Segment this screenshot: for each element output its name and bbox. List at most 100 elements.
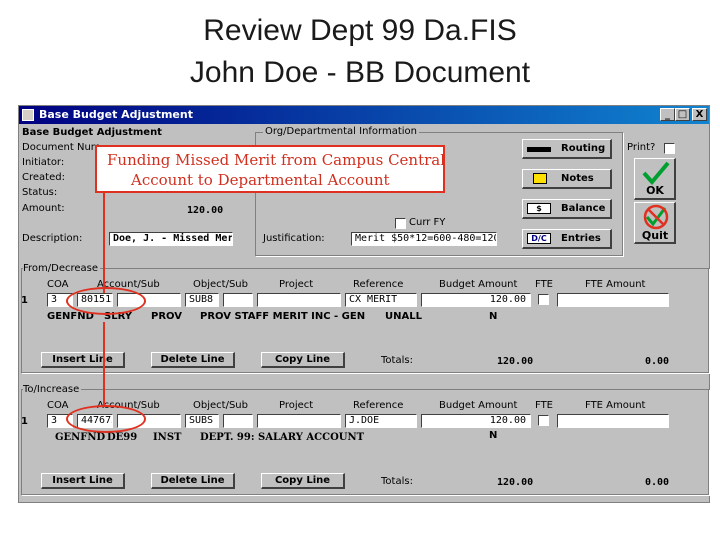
col-budget-amount-2: Budget Amount: [439, 400, 518, 411]
quit-icon: [643, 204, 669, 230]
to-desc-object: INST: [153, 432, 182, 443]
ok-label: OK: [646, 184, 664, 197]
amount-value: 120.00: [187, 205, 224, 216]
window-title: Base Budget Adjustment: [39, 108, 193, 121]
section-label-bba: Base Budget Adjustment: [22, 127, 162, 138]
col-project-2: Project: [279, 400, 314, 411]
from-project-field[interactable]: [257, 293, 341, 307]
from-total-fte: 0.00: [645, 356, 670, 367]
from-reference-field[interactable]: CX MERIT: [345, 293, 417, 307]
col-budget-amount: Budget Amount: [439, 279, 518, 290]
notes-button[interactable]: Notes: [522, 169, 612, 189]
col-project: Project: [279, 279, 314, 290]
to-fte-checkbox[interactable]: [538, 415, 549, 426]
description-label: Description:: [22, 233, 83, 244]
to-total-fte: 0.00: [645, 477, 670, 488]
to-insert-line-button[interactable]: Insert Line: [41, 473, 125, 489]
notes-icon: [533, 173, 547, 184]
slide-title-line1: Review Dept 99 Da.FIS: [203, 14, 517, 47]
curr-fy-label: Curr FY: [409, 217, 446, 228]
col-coa: COA: [47, 279, 69, 290]
to-increase-label: To/Increase: [23, 384, 82, 395]
org-section-label: Org/Departmental Information: [263, 126, 420, 137]
print-checkbox[interactable]: [664, 143, 675, 154]
to-reference-field[interactable]: J.DOE: [345, 414, 417, 428]
col-reference: Reference: [353, 279, 404, 290]
routing-button[interactable]: Routing: [522, 139, 612, 159]
to-budget-amount-field[interactable]: 120.00: [421, 414, 531, 428]
from-total-amount: 120.00: [497, 356, 534, 367]
from-budget-amount-field[interactable]: 120.00: [421, 293, 531, 307]
from-account-highlight-oval: [66, 287, 146, 315]
from-desc-object-name: PROV STAFF MERIT INC - GEN: [200, 311, 366, 322]
curr-fy-checkbox[interactable]: [395, 218, 406, 229]
app-icon: [22, 109, 34, 121]
from-desc-object: PROV: [151, 311, 183, 322]
checkmark-icon: [642, 161, 670, 185]
to-account-highlight-oval: [66, 405, 146, 433]
to-object-sub-field[interactable]: [223, 414, 253, 428]
initiator-label: Initiator:: [22, 157, 65, 168]
to-fte-amount-field[interactable]: [557, 414, 669, 428]
to-desc-fund: GENFND: [55, 432, 106, 443]
col-fte-amount-2: FTE Amount: [585, 400, 646, 411]
callout-line1: Funding Missed Merit from Campus Central: [107, 151, 446, 169]
balance-icon: $: [527, 203, 551, 214]
to-delete-line-button[interactable]: Delete Line: [151, 473, 235, 489]
from-delete-line-button[interactable]: Delete Line: [151, 352, 235, 368]
from-insert-line-button[interactable]: Insert Line: [41, 352, 125, 368]
from-fte-checkbox[interactable]: [538, 294, 549, 305]
description-field[interactable]: Doe, J. - Missed Merit: [109, 232, 233, 246]
routing-label: Routing: [561, 143, 606, 154]
balance-label: Balance: [561, 203, 606, 214]
col-fte-2: FTE: [535, 400, 554, 411]
created-label: Created:: [22, 172, 65, 183]
balance-button[interactable]: $ Balance: [522, 199, 612, 219]
connector-line-bottom: [103, 322, 105, 407]
to-object-field[interactable]: SUBS: [185, 414, 219, 428]
to-total-amount: 120.00: [497, 477, 534, 488]
title-bar: Base Budget Adjustment _ □ X: [19, 106, 709, 124]
col-object-sub-2: Object/Sub: [193, 400, 248, 411]
justification-field[interactable]: Merit $50*12=600-480=120: [351, 232, 497, 246]
from-fte-amount-field[interactable]: [557, 293, 669, 307]
from-desc-unall: UNALL: [385, 311, 422, 322]
col-object-sub: Object/Sub: [193, 279, 248, 290]
close-button[interactable]: X: [692, 108, 707, 121]
col-reference-2: Reference: [353, 400, 404, 411]
justification-label: Justification:: [263, 233, 325, 244]
col-coa-2: COA: [47, 400, 69, 411]
entries-label: Entries: [561, 233, 601, 244]
print-label: Print?: [627, 142, 656, 153]
connector-line-top: [103, 190, 105, 293]
entries-icon: D/C: [527, 233, 551, 244]
annotation-callout: Funding Missed Merit from Campus Central…: [95, 145, 445, 193]
col-fte: FTE: [535, 279, 554, 290]
minimize-button[interactable]: _: [660, 108, 675, 121]
col-fte-amount: FTE Amount: [585, 279, 646, 290]
ok-button[interactable]: OK: [634, 158, 676, 200]
amount-label: Amount:: [22, 203, 65, 214]
to-totals-label: Totals:: [381, 476, 413, 487]
to-copy-line-button[interactable]: Copy Line: [261, 473, 345, 489]
from-desc-n: N: [489, 311, 498, 322]
quit-label: Quit: [641, 229, 669, 242]
notes-label: Notes: [561, 173, 594, 184]
quit-button[interactable]: Quit: [634, 202, 676, 244]
from-object-field[interactable]: SUB8: [185, 293, 219, 307]
slide-title-line2: John Doe - BB Document: [189, 56, 531, 89]
to-desc-account: DE99: [107, 432, 138, 443]
from-copy-line-button[interactable]: Copy Line: [261, 352, 345, 368]
to-row-number: 1: [21, 416, 28, 427]
maximize-button[interactable]: □: [675, 108, 690, 121]
callout-line2: Account to Departmental Account: [131, 171, 390, 189]
routing-icon: [527, 147, 551, 152]
to-project-field[interactable]: [257, 414, 341, 428]
from-row-number: 1: [21, 295, 28, 306]
document-number-label: Document Num: [22, 142, 101, 153]
from-decrease-label: From/Decrease: [23, 263, 101, 274]
status-label: Status:: [22, 187, 58, 198]
to-desc-n: N: [489, 430, 498, 441]
from-object-sub-field[interactable]: [223, 293, 253, 307]
entries-button[interactable]: D/C Entries: [522, 229, 612, 249]
